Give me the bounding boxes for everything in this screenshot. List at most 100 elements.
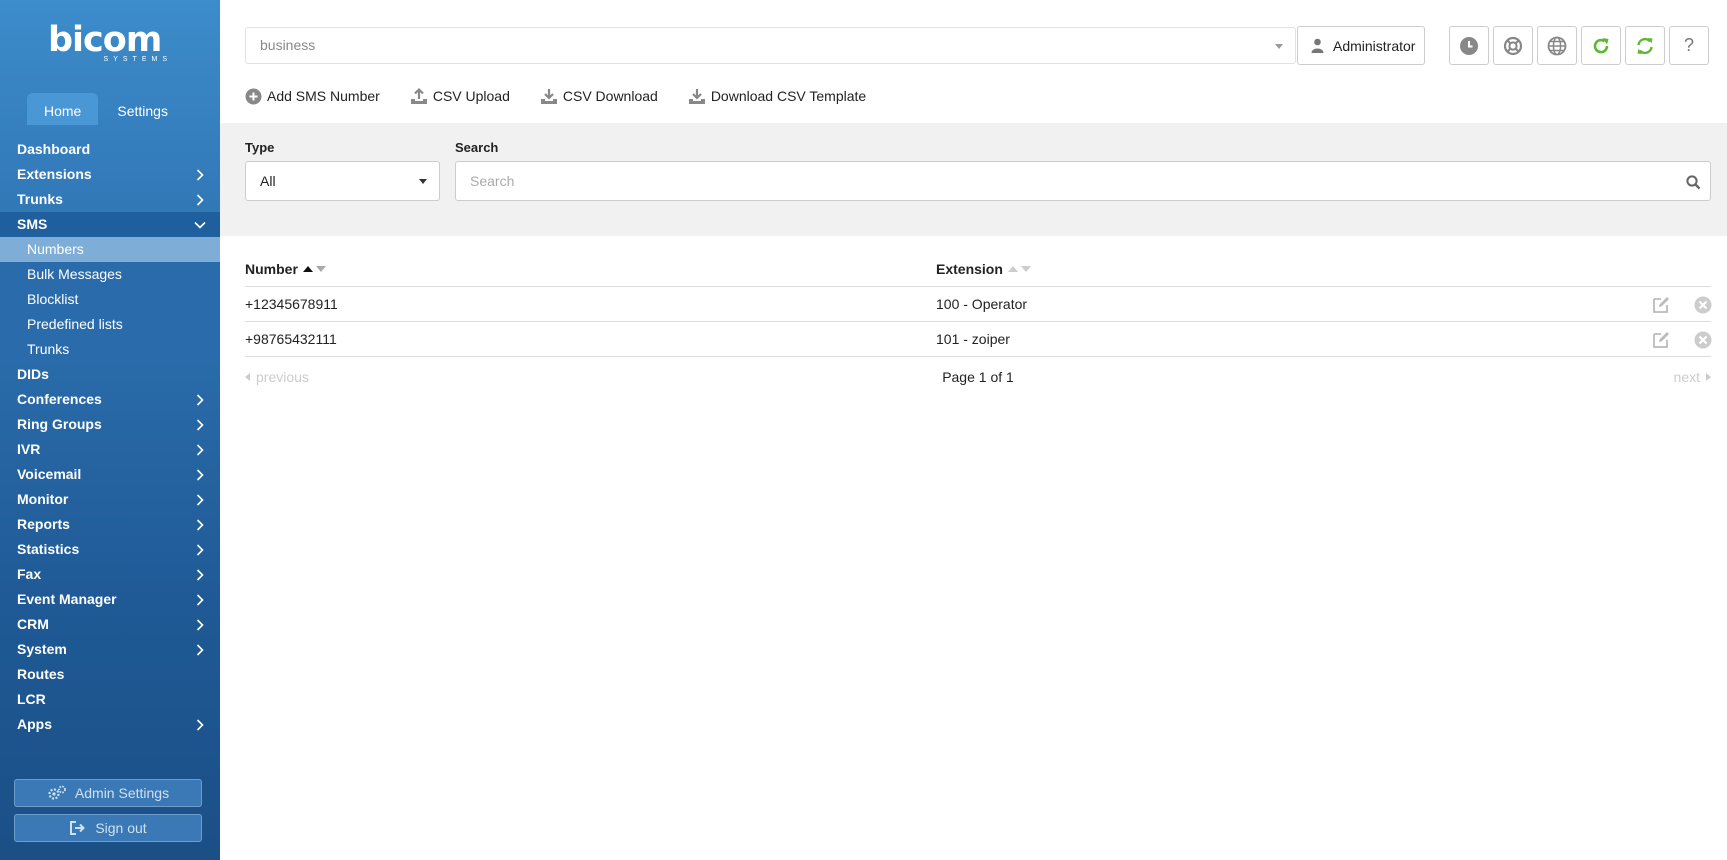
menu-item-label: Blocklist <box>27 291 79 307</box>
menu-item-label: Event Manager <box>17 591 117 607</box>
menu-item-label: Monitor <box>17 491 69 507</box>
menu-subitem-predefined-lists[interactable]: Predefined lists <box>0 312 220 337</box>
user-menu-button[interactable]: Administrator <box>1297 26 1425 65</box>
menu-item-dids[interactable]: DIDs <box>0 362 220 387</box>
menu-subitem-trunks[interactable]: Trunks <box>0 337 220 362</box>
menu-item-sms[interactable]: SMS <box>0 212 220 237</box>
table-row[interactable]: +98765432111 101 - zoiper <box>245 322 1713 357</box>
add-sms-number-button[interactable]: Add SMS Number <box>245 84 380 108</box>
menu-item-event-manager[interactable]: Event Manager <box>0 587 220 612</box>
chevron-right-icon <box>194 387 208 412</box>
gears-icon <box>48 785 66 800</box>
edit-icon[interactable] <box>1651 295 1671 315</box>
admin-settings-button[interactable]: Admin Settings <box>14 779 202 807</box>
chevron-right-icon <box>194 562 208 587</box>
chevron-right-icon <box>194 437 208 462</box>
menu-item-label: Extensions <box>17 166 92 182</box>
table-header: Number Extension <box>245 255 1711 287</box>
menu-item-label: Bulk Messages <box>27 266 122 282</box>
chevron-down-icon <box>194 212 208 237</box>
menu-item-ring-groups[interactable]: Ring Groups <box>0 412 220 437</box>
column-header-label: Number <box>245 261 298 277</box>
chevron-right-icon <box>194 187 208 212</box>
csv-download-button[interactable]: CSV Download <box>540 84 658 108</box>
user-icon <box>1311 38 1324 53</box>
menu-item-trunks[interactable]: Trunks <box>0 187 220 212</box>
refresh-icon <box>1593 37 1609 53</box>
download-csv-template-button[interactable]: Download CSV Template <box>688 84 866 108</box>
upload-icon <box>410 87 427 104</box>
clock-button[interactable] <box>1449 26 1489 65</box>
page-info: Page 1 of 1 <box>942 369 1014 385</box>
language-button[interactable] <box>1537 26 1577 65</box>
menu-item-label: Conferences <box>17 391 102 407</box>
menu-subitem-numbers[interactable]: Numbers <box>0 237 220 262</box>
pagination: previous Page 1 of 1 next <box>245 357 1711 395</box>
menu-item-routes[interactable]: Routes <box>0 662 220 687</box>
table-row[interactable]: +12345678911 100 - Operator <box>245 287 1713 322</box>
menu-item-label: Dashboard <box>17 141 91 157</box>
column-header-number[interactable]: Number <box>245 261 326 277</box>
support-button[interactable] <box>1493 26 1533 65</box>
chevron-right-icon <box>194 512 208 537</box>
caret-down-icon <box>1275 44 1283 49</box>
menu-item-label: DIDs <box>17 366 49 382</box>
chevron-right-icon <box>194 462 208 487</box>
filter-panel: Type All Search <box>220 123 1727 236</box>
sign-out-icon <box>70 821 86 835</box>
help-button[interactable]: ? <box>1669 26 1709 65</box>
tenant-select[interactable]: business <box>245 27 1296 64</box>
menu-item-label: Trunks <box>27 341 70 357</box>
column-header-label: Extension <box>936 261 1003 277</box>
menu-item-label: Reports <box>17 516 70 532</box>
type-filter-label: Type <box>245 140 275 155</box>
type-filter-select[interactable]: All <box>245 161 440 201</box>
menu-item-label: Routes <box>17 666 65 682</box>
csv-upload-button[interactable]: CSV Upload <box>410 84 510 108</box>
csv-upload-label: CSV Upload <box>432 88 510 104</box>
menu-item-statistics[interactable]: Statistics <box>0 537 220 562</box>
menu-item-conferences[interactable]: Conferences <box>0 387 220 412</box>
menu-item-extensions[interactable]: Extensions <box>0 162 220 187</box>
menu-item-crm[interactable]: CRM <box>0 612 220 637</box>
delete-icon[interactable] <box>1693 330 1713 350</box>
download-icon <box>540 89 557 104</box>
tab-home[interactable]: Home <box>27 93 99 125</box>
menu-item-apps[interactable]: Apps <box>0 712 220 737</box>
menu-item-label: Trunks <box>17 191 63 207</box>
chevron-right-icon <box>194 637 208 662</box>
menu-item-fax[interactable]: Fax <box>0 562 220 587</box>
delete-icon[interactable] <box>1693 295 1713 315</box>
menu-item-label: Fax <box>17 566 42 582</box>
next-page-link[interactable]: next <box>1674 369 1711 385</box>
menu-subitem-bulk-messages[interactable]: Bulk Messages <box>0 262 220 287</box>
sign-out-button[interactable]: Sign out <box>14 814 202 842</box>
sort-icon <box>1007 266 1031 272</box>
refresh-button[interactable] <box>1581 26 1621 65</box>
search-icon[interactable] <box>1686 175 1701 190</box>
tab-settings[interactable]: Settings <box>100 93 185 125</box>
menu-item-reports[interactable]: Reports <box>0 512 220 537</box>
menu-item-monitor[interactable]: Monitor <box>0 487 220 512</box>
menu-item-system[interactable]: System <box>0 637 220 662</box>
menu-item-label: System <box>17 641 67 657</box>
menu-item-lcr[interactable]: LCR <box>0 687 220 712</box>
chevron-right-icon <box>194 537 208 562</box>
menu-item-ivr[interactable]: IVR <box>0 437 220 462</box>
numbers-table: Number Extension +12345678911 100 - Oper… <box>245 255 1713 395</box>
add-sms-number-label: Add SMS Number <box>267 88 380 104</box>
search-input[interactable] <box>455 161 1711 201</box>
menu-item-label: Statistics <box>17 541 80 557</box>
bicom-logo[interactable]: bicom SYSTEMS <box>48 22 172 68</box>
support-icon <box>1503 36 1523 55</box>
download-csv-template-label: Download CSV Template <box>710 88 867 104</box>
menu-item-dashboard[interactable]: Dashboard <box>0 137 220 162</box>
column-header-extension[interactable]: Extension <box>936 261 1031 277</box>
menu-subitem-blocklist[interactable]: Blocklist <box>0 287 220 312</box>
sync-button[interactable] <box>1625 26 1665 65</box>
cell-number: +98765432111 <box>245 331 337 347</box>
menu-item-voicemail[interactable]: Voicemail <box>0 462 220 487</box>
sort-icon <box>302 266 326 272</box>
menu-item-label: SMS <box>17 216 48 232</box>
edit-icon[interactable] <box>1651 330 1671 350</box>
